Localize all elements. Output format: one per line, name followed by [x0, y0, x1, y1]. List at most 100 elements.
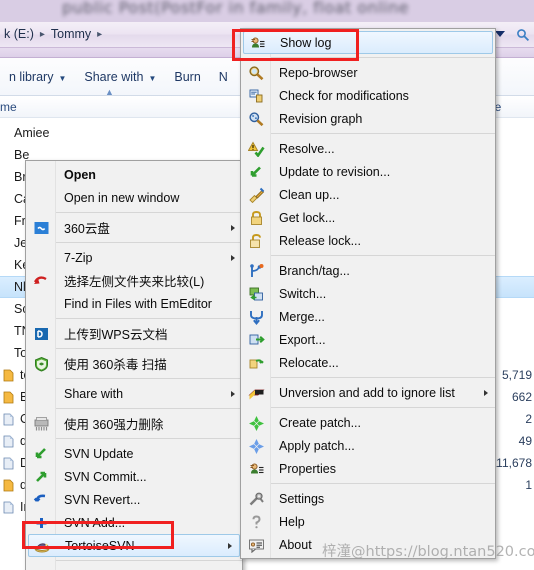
shell-menu-item-6[interactable]: 选择左侧文件夹来比较(L) [26, 269, 242, 292]
svn-menu-item-22[interactable]: Properties [241, 457, 495, 480]
submenu-arrow-icon [228, 542, 232, 549]
svn-menu-item-21[interactable]: Apply patch... [241, 434, 495, 457]
update-rev-icon [247, 163, 265, 181]
svn-menu-item-4[interactable]: Revision graph [241, 107, 495, 130]
menu-item-label: Clean up... [279, 187, 340, 202]
shell-menu-item-0[interactable]: Open [26, 163, 242, 186]
svn-menu-item-6[interactable]: Resolve... [241, 137, 495, 160]
shell-menu-item-5[interactable]: 7-Zip [26, 246, 242, 269]
menu-separator [271, 57, 495, 58]
breadcrumb-item-tommy[interactable]: Tommy [49, 26, 93, 42]
shell-menu-item-21[interactable]: TortoiseSVN [28, 534, 240, 557]
rev-graph-icon [247, 110, 265, 128]
menu-separator [56, 348, 242, 349]
menu-item-label: Resolve... [279, 141, 335, 156]
file-icon [2, 369, 16, 382]
shell-menu-item-18[interactable]: SVN Commit... [26, 465, 242, 488]
properties-icon [247, 460, 265, 478]
check-mods-icon [247, 87, 265, 105]
svn-menu-item-20[interactable]: Create patch... [241, 411, 495, 434]
svn-menu-item-8[interactable]: Clean up... [241, 183, 495, 206]
menu-item-label: 上传到百度云 [56, 566, 139, 570]
export-icon [247, 331, 265, 349]
shell-menu-item-7[interactable]: Find in Files with EmEditor [26, 292, 242, 315]
file-row-size: 1 [525, 478, 532, 492]
command-bar-item-3[interactable]: N [210, 68, 237, 86]
menu-item-label: Apply patch... [279, 438, 355, 453]
shell-menu-item-3[interactable]: 360云盘 [26, 216, 242, 239]
svn-menu-item-12[interactable]: Branch/tag... [241, 259, 495, 282]
svn-menu-item-15[interactable]: Export... [241, 328, 495, 351]
svn-menu-item-9[interactable]: Get lock... [241, 206, 495, 229]
shell-menu-item-17[interactable]: SVN Update [26, 442, 242, 465]
watermark-text: 梓潼@https://blog.ntan520.com [322, 544, 534, 560]
menu-item-label: Merge... [279, 309, 325, 324]
command-bar-item-label: Burn [174, 70, 201, 84]
svn-menu-item-16[interactable]: Relocate... [241, 351, 495, 374]
about-icon [247, 536, 265, 554]
submenu-arrow-icon [231, 224, 235, 231]
menu-item-label: Find in Files with EmEditor [64, 296, 212, 311]
menu-item-label: Check for modifications [279, 88, 409, 103]
shell-menu-item-9[interactable]: 上传到WPS云文档 [26, 322, 242, 345]
switch-icon [247, 285, 265, 303]
svn-menu-item-25[interactable]: Help [241, 510, 495, 533]
breadcrumb[interactable]: k (E:) ▸ Tommy ▸ [0, 26, 102, 42]
menu-separator [56, 438, 242, 439]
file-row-size: 662 [511, 390, 532, 404]
column-header-name[interactable]: me [0, 100, 17, 114]
document-icon [2, 435, 16, 448]
svn-menu-item-2[interactable]: Repo-browser [241, 61, 495, 84]
no-icon [32, 249, 50, 267]
apply-patch-icon [247, 437, 265, 455]
shredder-icon [32, 415, 50, 433]
shell-menu-item-19[interactable]: SVN Revert... [26, 488, 242, 511]
svn-menu-item-0[interactable]: Show log [243, 31, 493, 54]
svn-revert-icon [32, 491, 50, 509]
command-bar-item-0[interactable]: n library ▼ [0, 68, 75, 86]
chevron-down-icon[interactable]: ▼ [148, 74, 156, 83]
svn-menu-item-7[interactable]: Update to revision... [241, 160, 495, 183]
merge-icon [247, 308, 265, 326]
svn-menu-item-10[interactable]: Release lock... [241, 229, 495, 252]
shell-menu-item-20[interactable]: SVN Add... [26, 511, 242, 534]
cleanup-icon [247, 186, 265, 204]
svn-menu-item-18[interactable]: Unversion and add to ignore list [241, 381, 495, 404]
no-icon [32, 166, 50, 184]
tortoise-icon [33, 537, 51, 555]
menu-item-label: Update to revision... [279, 164, 391, 179]
menu-item-label: 上传到WPS云文档 [64, 328, 168, 342]
menu-item-label: Create patch... [279, 415, 361, 430]
menu-separator [56, 318, 242, 319]
explorer-context-menu[interactable]: Open Open in new window 360云盘 7-Zip 选择左侧文件夹来… [25, 160, 243, 570]
svn-add-icon [32, 514, 50, 532]
shell-menu-item-1[interactable]: Open in new window [26, 186, 242, 209]
shell-menu-item-13[interactable]: Share with [26, 382, 242, 405]
menu-item-label: SVN Add... [64, 515, 126, 530]
baidu-cloud-icon [32, 567, 50, 570]
cloud360-icon [32, 219, 50, 237]
help-icon [247, 513, 265, 531]
svn-menu-item-3[interactable]: Check for modifications [241, 84, 495, 107]
breadcrumb-separator-icon: ▸ [39, 28, 45, 40]
command-bar-item-1[interactable]: Share with ▼ [75, 68, 165, 86]
menu-item-label: Relocate... [279, 355, 339, 370]
svn-menu-item-14[interactable]: Merge... [241, 305, 495, 328]
file-row-name: To [14, 346, 28, 360]
shell-menu-item-15[interactable]: 使用 360强力删除 [26, 412, 242, 435]
lock-closed-icon [247, 209, 265, 227]
chevron-down-icon[interactable] [494, 30, 508, 42]
svn-menu-item-13[interactable]: Switch... [241, 282, 495, 305]
menu-item-label: About [279, 537, 312, 552]
menu-item-label: TortoiseSVN [65, 538, 135, 553]
search-icon[interactable] [516, 28, 532, 42]
breadcrumb-item-drive[interactable]: k (E:) [2, 26, 36, 42]
menu-item-label: Open [64, 167, 96, 182]
chevron-down-icon[interactable]: ▼ [58, 74, 66, 83]
shell-menu-item-23[interactable]: 上传到百度云 [26, 564, 242, 570]
shell-menu-item-11[interactable]: 使用 360杀毒 扫描 [26, 352, 242, 375]
tortoisesvn-submenu[interactable]: Show log Repo-browser Check for modificati… [240, 28, 496, 559]
svn-menu-item-24[interactable]: Settings [241, 487, 495, 510]
command-bar-item-2[interactable]: Burn [165, 68, 209, 86]
command-bar-item-label: N [218, 70, 228, 84]
